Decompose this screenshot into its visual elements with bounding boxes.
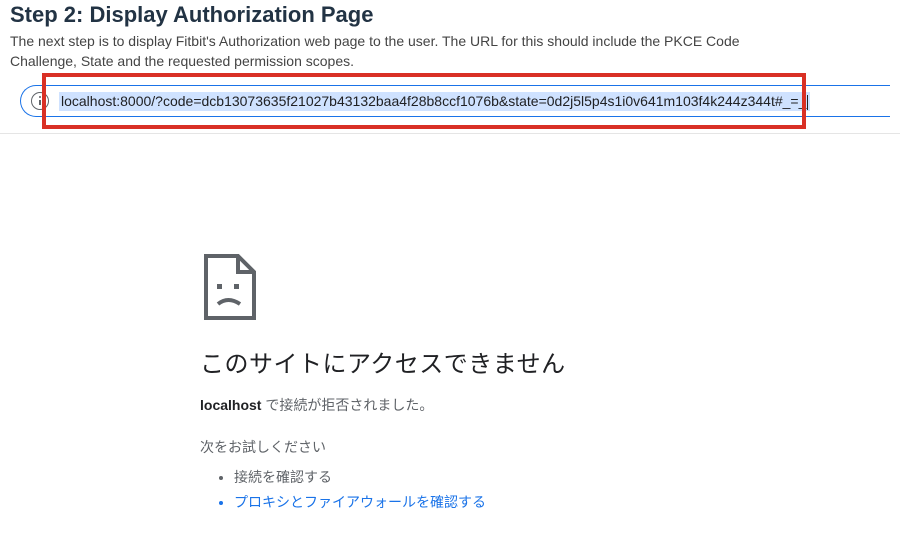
tutorial-step-block: Step 2: Display Authorization Page The n…	[0, 0, 900, 134]
error-title: このサイトにアクセスできません	[200, 344, 700, 379]
suggestion-item: 接続を確認する	[234, 465, 700, 490]
url-bar-area: localhost:8000/?code=dcb13073635f21027b4…	[10, 83, 890, 123]
sad-document-icon	[200, 254, 260, 320]
text-cursor	[807, 95, 808, 110]
step-title: Step 2: Display Authorization Page	[10, 0, 890, 28]
url-value: localhost:8000/?code=dcb13073635f21027b4…	[61, 93, 806, 109]
suggestion-list: 接続を確認する プロキシとファイアウォールを確認する	[200, 465, 700, 515]
step-description: The next step is to display Fitbit's Aut…	[10, 32, 770, 71]
browser-omnibox[interactable]: localhost:8000/?code=dcb13073635f21027b4…	[20, 85, 890, 117]
chrome-error-page: このサイトにアクセスできません localhost で接続が拒否されました。 次…	[200, 254, 700, 534]
error-host-suffix: で接続が拒否されました。	[261, 397, 433, 413]
suggestion-item-link[interactable]: プロキシとファイアウォールを確認する	[234, 490, 700, 515]
try-heading: 次をお試しください	[200, 437, 700, 457]
url-text[interactable]: localhost:8000/?code=dcb13073635f21027b4…	[59, 92, 810, 111]
site-info-icon[interactable]	[31, 92, 49, 110]
error-subtitle: localhost で接続が拒否されました。	[200, 395, 700, 415]
error-host: localhost	[200, 397, 261, 413]
